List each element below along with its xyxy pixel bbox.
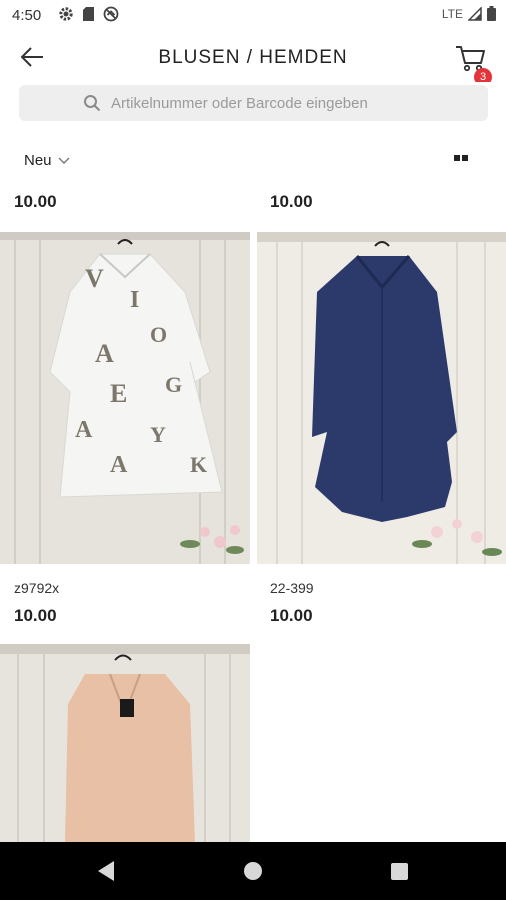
search-input[interactable] [109,93,473,113]
product-grid: 10.00 10.00 V I O A E G A Y A K z9792x 1… [0,184,506,842]
product-price: 10.00 [14,192,57,211]
product-price: 10.00 [14,606,57,625]
product-sku: z9792x [14,580,60,596]
system-nav-bar [0,842,506,900]
product-price: 10.00 [270,606,313,625]
svg-text:O: O [150,322,167,347]
status-icons-right: LTE [442,6,496,21]
signal-icon [468,6,482,21]
nav-recent-icon[interactable] [391,863,408,880]
svg-text:E: E [110,379,127,408]
status-bar: 4:50 LTE [0,0,506,32]
search-section [0,82,506,134]
grid-view-icon[interactable] [454,155,468,161]
search-bar[interactable] [19,85,488,121]
nav-back-icon[interactable] [96,860,116,882]
filter-bar: Neu [0,134,506,184]
svg-text:V: V [85,264,104,293]
svg-text:A: A [95,339,114,368]
product-photo [257,232,506,564]
sort-label: Neu [24,152,52,169]
settings-icon [59,7,73,21]
nav-home-icon[interactable] [244,862,262,880]
page-title: BLUSEN / HEMDEN [158,47,348,68]
product-image[interactable] [0,644,250,842]
sd-card-icon [83,7,94,21]
product-photo: V I O A E G A Y A K [0,232,250,564]
product-image[interactable]: V I O A E G A Y A K [0,232,250,564]
svg-text:G: G [165,372,182,397]
sort-dropdown[interactable]: Neu [24,152,70,169]
svg-text:K: K [190,452,207,477]
battery-icon [487,6,496,21]
status-time: 4:50 [12,7,42,24]
app-header: BLUSEN / HEMDEN 3 [0,32,506,86]
svg-text:A: A [75,417,93,443]
chevron-down-icon [58,157,70,164]
svg-text:A: A [110,452,128,478]
product-sku: 22-399 [270,580,314,596]
product-image[interactable] [257,232,506,564]
status-icons-left [58,6,119,22]
svg-text:Y: Y [150,422,166,447]
product-price: 10.00 [270,192,313,211]
product-photo [0,644,250,842]
network-label: LTE [441,6,463,21]
sync-icon [103,6,119,22]
svg-text:I: I [130,287,139,313]
search-icon [84,95,101,112]
